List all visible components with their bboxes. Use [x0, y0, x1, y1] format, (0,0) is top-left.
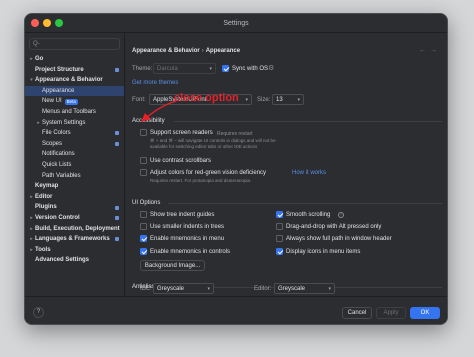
annotation-arrow-line: [145, 100, 177, 119]
annotation-arrow: [141, 100, 177, 122]
